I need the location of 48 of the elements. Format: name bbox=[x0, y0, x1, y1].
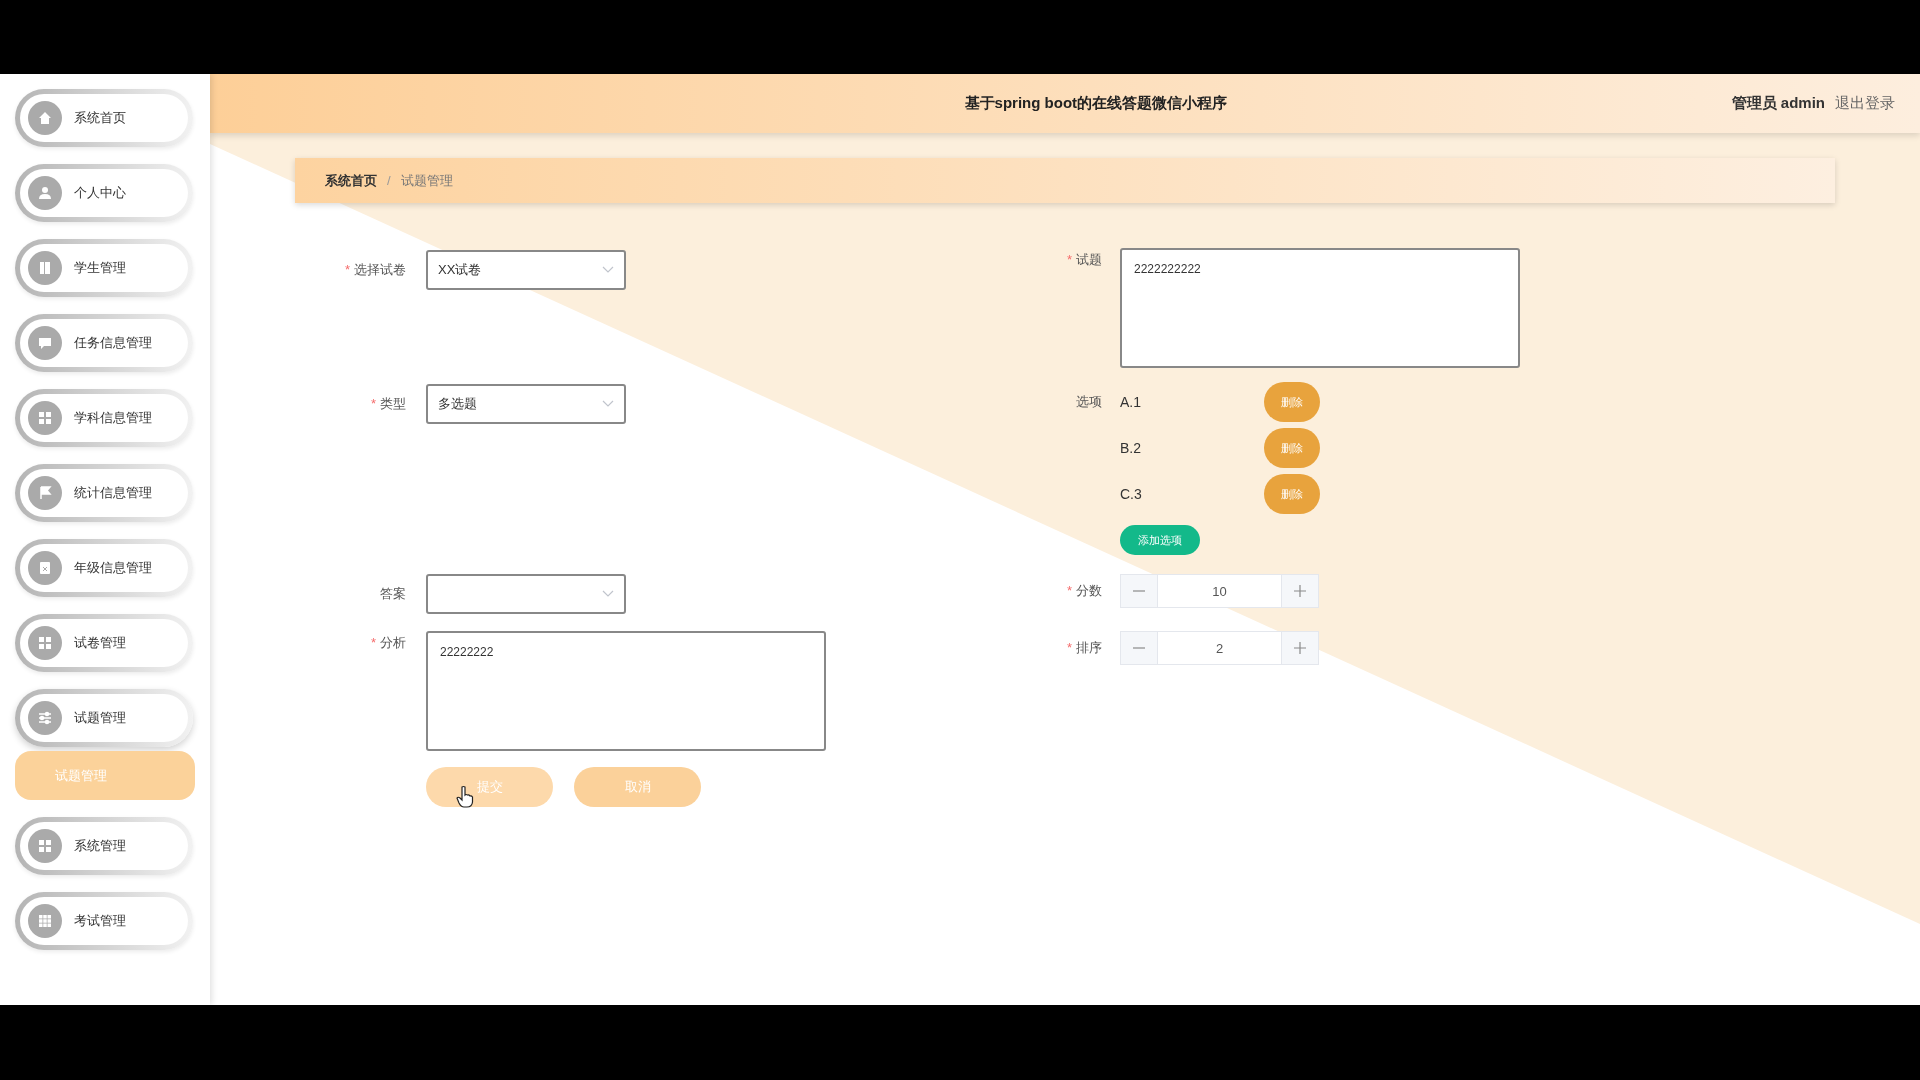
select-field[interactable]: XX试卷 bbox=[426, 250, 626, 290]
logout-link[interactable]: 退出登录 bbox=[1835, 94, 1895, 113]
required-mark: * bbox=[370, 635, 376, 650]
flag-icon bbox=[37, 485, 53, 501]
grid-icon bbox=[37, 635, 53, 651]
plus-icon bbox=[1294, 642, 1306, 654]
required-mark: * bbox=[344, 262, 350, 277]
plus-icon bbox=[1294, 585, 1306, 597]
field-label: * 分数 bbox=[1065, 582, 1103, 600]
person-icon bbox=[37, 185, 53, 201]
grid-icon bbox=[37, 838, 53, 854]
field-label: * 试题 bbox=[1065, 251, 1103, 269]
breadcrumb-separator: / bbox=[387, 173, 391, 188]
increment-button[interactable] bbox=[1282, 632, 1318, 664]
required-mark: * bbox=[370, 396, 376, 411]
user-name: 管理员 admin bbox=[1731, 94, 1825, 113]
table-icon bbox=[37, 913, 53, 929]
chevron-down-icon bbox=[602, 400, 614, 408]
breadcrumb-link[interactable]: 系统首页 bbox=[325, 171, 377, 190]
decrement-button[interactable] bbox=[1121, 575, 1157, 607]
increment-button[interactable] bbox=[1282, 575, 1318, 607]
option-text: C.3 bbox=[1120, 486, 1143, 502]
required-mark: * bbox=[1066, 640, 1072, 655]
field-label: 选项 bbox=[1075, 393, 1103, 411]
required-mark: * bbox=[1066, 583, 1072, 598]
home-icon bbox=[37, 110, 53, 126]
sliders-icon bbox=[37, 710, 53, 726]
grid-icon bbox=[37, 410, 53, 426]
chevron-down-icon bbox=[602, 590, 614, 598]
select-field[interactable]: 多选题 bbox=[426, 384, 626, 424]
field-label: * 排序 bbox=[1065, 639, 1103, 657]
decrement-button[interactable] bbox=[1121, 632, 1157, 664]
chevron-down-icon bbox=[602, 266, 614, 274]
app-title: 基于spring boot的在线答题微信小程序 bbox=[963, 94, 1229, 113]
chat-icon bbox=[37, 335, 53, 351]
option-text: A.1 bbox=[1120, 394, 1142, 410]
clip-icon bbox=[37, 560, 53, 576]
text-area[interactable]: 2222222222 bbox=[1120, 248, 1520, 368]
field-label: * 类型 bbox=[369, 395, 407, 413]
hand-cursor-icon bbox=[456, 785, 474, 809]
required-mark: * bbox=[1066, 252, 1072, 267]
book-icon bbox=[37, 260, 53, 276]
field-label: 答案 bbox=[379, 585, 407, 603]
field-label: * 选择试卷 bbox=[343, 261, 407, 279]
option-text: B.2 bbox=[1120, 440, 1142, 456]
text-area[interactable]: 22222222 bbox=[426, 631, 826, 751]
select-field[interactable] bbox=[426, 574, 626, 614]
field-label: * 分析 bbox=[369, 634, 407, 652]
